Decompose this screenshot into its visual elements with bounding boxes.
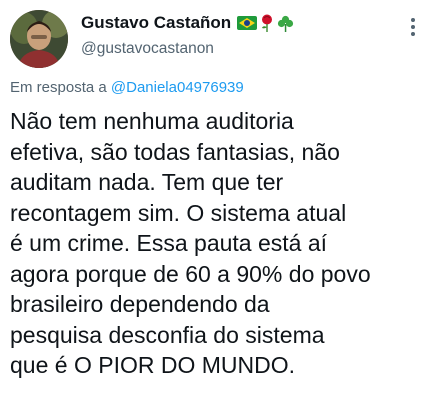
name-row: Gustavo Castañon xyxy=(81,12,419,34)
shamrock-icon xyxy=(278,15,294,32)
reply-prefix: Em resposta a xyxy=(10,79,107,96)
tweet-text-line: pesquisa desconfia do sistema xyxy=(10,321,325,348)
tweet-text: Não tem nenhuma auditoria efetiva, são t… xyxy=(10,106,422,381)
author-handle[interactable]: @gustavocastanon xyxy=(81,40,419,58)
reply-context: Em resposta a @Daniela04976939 xyxy=(10,79,244,96)
tweet-text-line: brasileiro dependendo da xyxy=(10,291,270,317)
tweet-text-line: é um crime. Essa pauta está aí xyxy=(10,230,328,256)
tweet-text-line: auditam nada. Tem que ter xyxy=(10,169,284,195)
tweet-text-line: efetiva, são todas fantasias, não xyxy=(10,138,340,165)
more-options-icon[interactable] xyxy=(411,18,415,36)
tweet-text-line: agora porque de 60 a 90% do povo xyxy=(10,260,371,287)
tweet-text-line: que é O PIOR DO MUNDO. xyxy=(10,352,296,378)
brazil-flag-icon xyxy=(237,16,258,30)
avatar[interactable] xyxy=(10,10,68,68)
author-display-name[interactable]: Gustavo Castañon xyxy=(81,13,231,33)
reply-mention-link[interactable]: @Daniela04976939 xyxy=(111,79,244,96)
tweet-text-line: Não tem nenhuma auditoria xyxy=(10,108,294,134)
avatar-photo xyxy=(10,10,68,68)
rose-icon xyxy=(262,14,273,32)
tweet-text-line: recontagem sim. O sistema atual xyxy=(10,199,347,226)
tweet[interactable]: Gustavo Castañon @gustavocastanon Em res… xyxy=(0,0,429,400)
tweet-header: Gustavo Castañon @gustavocastanon xyxy=(81,12,419,58)
